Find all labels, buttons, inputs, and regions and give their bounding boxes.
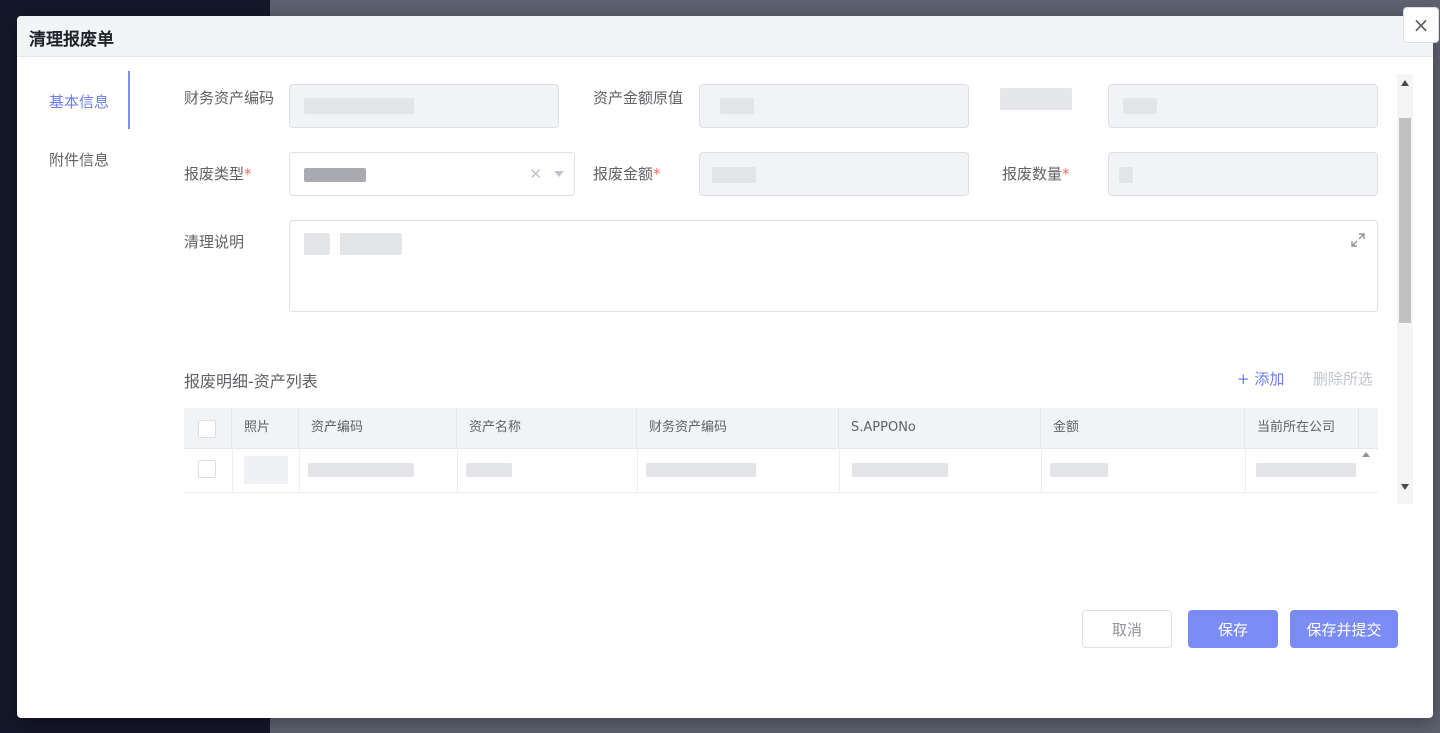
scrap-amount-label: 报废金额* bbox=[593, 164, 661, 184]
cell-divider bbox=[299, 448, 300, 492]
redacted-value bbox=[340, 233, 402, 255]
redacted-value bbox=[712, 167, 756, 183]
column-header-photo[interactable]: 照片 bbox=[232, 408, 299, 448]
scrap-type-select[interactable]: ✕ bbox=[289, 152, 575, 196]
cell-divider bbox=[232, 448, 233, 492]
original-amount-field[interactable] bbox=[699, 84, 969, 128]
scrap-quantity-label: 报废数量* bbox=[1002, 164, 1070, 184]
close-icon[interactable]: × bbox=[1403, 7, 1439, 43]
nav-item-basic-info[interactable]: 基本信息 bbox=[49, 91, 109, 112]
finance-asset-code-field[interactable] bbox=[289, 84, 559, 128]
scroll-down-icon[interactable] bbox=[1401, 484, 1409, 490]
select-all-checkbox[interactable] bbox=[198, 420, 216, 438]
column-header-asset-name[interactable]: 资产名称 bbox=[457, 408, 637, 448]
add-button[interactable]: + 添加 bbox=[1237, 368, 1284, 389]
row-checkbox[interactable] bbox=[198, 460, 216, 478]
column-header-current-company[interactable]: 当前所在公司 bbox=[1245, 408, 1359, 448]
required-mark: * bbox=[653, 165, 661, 183]
redacted-value bbox=[304, 168, 366, 182]
cell-divider bbox=[1245, 448, 1246, 492]
required-mark: * bbox=[244, 165, 252, 183]
redacted-value bbox=[1256, 463, 1356, 477]
delete-selected-button[interactable]: 删除所选 bbox=[1313, 368, 1373, 389]
scrap-type-label-text: 报废类型 bbox=[184, 165, 245, 183]
cell-divider bbox=[1041, 448, 1042, 492]
redacted-value bbox=[1123, 98, 1157, 114]
clear-icon[interactable]: ✕ bbox=[529, 165, 542, 183]
cell-divider bbox=[457, 448, 458, 492]
redacted-value bbox=[1050, 463, 1108, 477]
scroll-up-icon[interactable] bbox=[1401, 80, 1409, 86]
column-header-asset-code[interactable]: 资产编码 bbox=[299, 408, 457, 448]
dialog-title: 清理报废单 bbox=[29, 30, 114, 50]
original-amount-label: 资产金额原值 bbox=[593, 89, 684, 107]
redacted-value bbox=[308, 463, 414, 477]
dialog-header: 清理报废单 bbox=[17, 16, 1433, 57]
nav-active-indicator bbox=[128, 71, 130, 129]
scrap-dialog: 清理报废单 × 基本信息 附件信息 财务资产编码 资产金额原值 报废类型* ✕ … bbox=[17, 7, 1439, 718]
scrap-quantity-label-text: 报废数量 bbox=[1002, 165, 1063, 183]
required-mark: * bbox=[1062, 165, 1070, 183]
nav-item-attachment-info[interactable]: 附件信息 bbox=[49, 149, 109, 170]
cell-divider bbox=[839, 448, 840, 492]
detail-section-title: 报废明细-资产列表 bbox=[184, 372, 318, 391]
column-header-sappono[interactable]: S.APPONo bbox=[839, 408, 1041, 448]
scrap-quantity-field[interactable] bbox=[1108, 152, 1378, 196]
redacted-value bbox=[466, 463, 512, 477]
redacted-value bbox=[1119, 167, 1133, 183]
clean-note-textarea[interactable] bbox=[289, 220, 1378, 312]
scrap-amount-field[interactable] bbox=[699, 152, 969, 196]
redacted-label bbox=[1000, 88, 1072, 110]
redacted-value bbox=[304, 233, 330, 255]
cancel-button[interactable]: 取消 bbox=[1082, 610, 1172, 648]
finance-asset-code-label: 财务资产编码 bbox=[184, 89, 275, 107]
redacted-value bbox=[720, 98, 754, 114]
cell-divider bbox=[637, 448, 638, 492]
save-button[interactable]: 保存 bbox=[1188, 610, 1278, 648]
column-header-finance-asset-code[interactable]: 财务资产编码 bbox=[637, 408, 839, 448]
scroll-thumb[interactable] bbox=[1399, 118, 1411, 323]
table-header: 照片 资产编码 资产名称 财务资产编码 S.APPONo 金额 当前所在公司 bbox=[184, 408, 1378, 449]
save-and-submit-button[interactable]: 保存并提交 bbox=[1290, 610, 1398, 648]
side-nav: 基本信息 附件信息 bbox=[17, 71, 132, 169]
photo-thumbnail[interactable] bbox=[244, 456, 288, 484]
chevron-down-icon[interactable] bbox=[554, 171, 564, 177]
column-header-amount[interactable]: 金额 bbox=[1041, 408, 1245, 448]
clean-note-label: 清理说明 bbox=[184, 233, 245, 251]
redacted-value bbox=[304, 98, 414, 114]
redacted-field[interactable] bbox=[1108, 84, 1378, 128]
expand-icon[interactable] bbox=[1351, 233, 1365, 247]
asset-table: 照片 资产编码 资产名称 财务资产编码 S.APPONo 金额 当前所在公司 bbox=[184, 408, 1378, 498]
scrap-amount-label-text: 报废金额 bbox=[593, 165, 654, 183]
table-scroll-up-icon[interactable] bbox=[1362, 452, 1370, 457]
table-row[interactable] bbox=[184, 448, 1378, 493]
redacted-value bbox=[852, 463, 948, 477]
select-all-cell bbox=[184, 408, 232, 448]
scrap-type-label: 报废类型* bbox=[184, 164, 252, 184]
redacted-value bbox=[646, 463, 756, 477]
content-scrollbar[interactable] bbox=[1397, 74, 1413, 504]
